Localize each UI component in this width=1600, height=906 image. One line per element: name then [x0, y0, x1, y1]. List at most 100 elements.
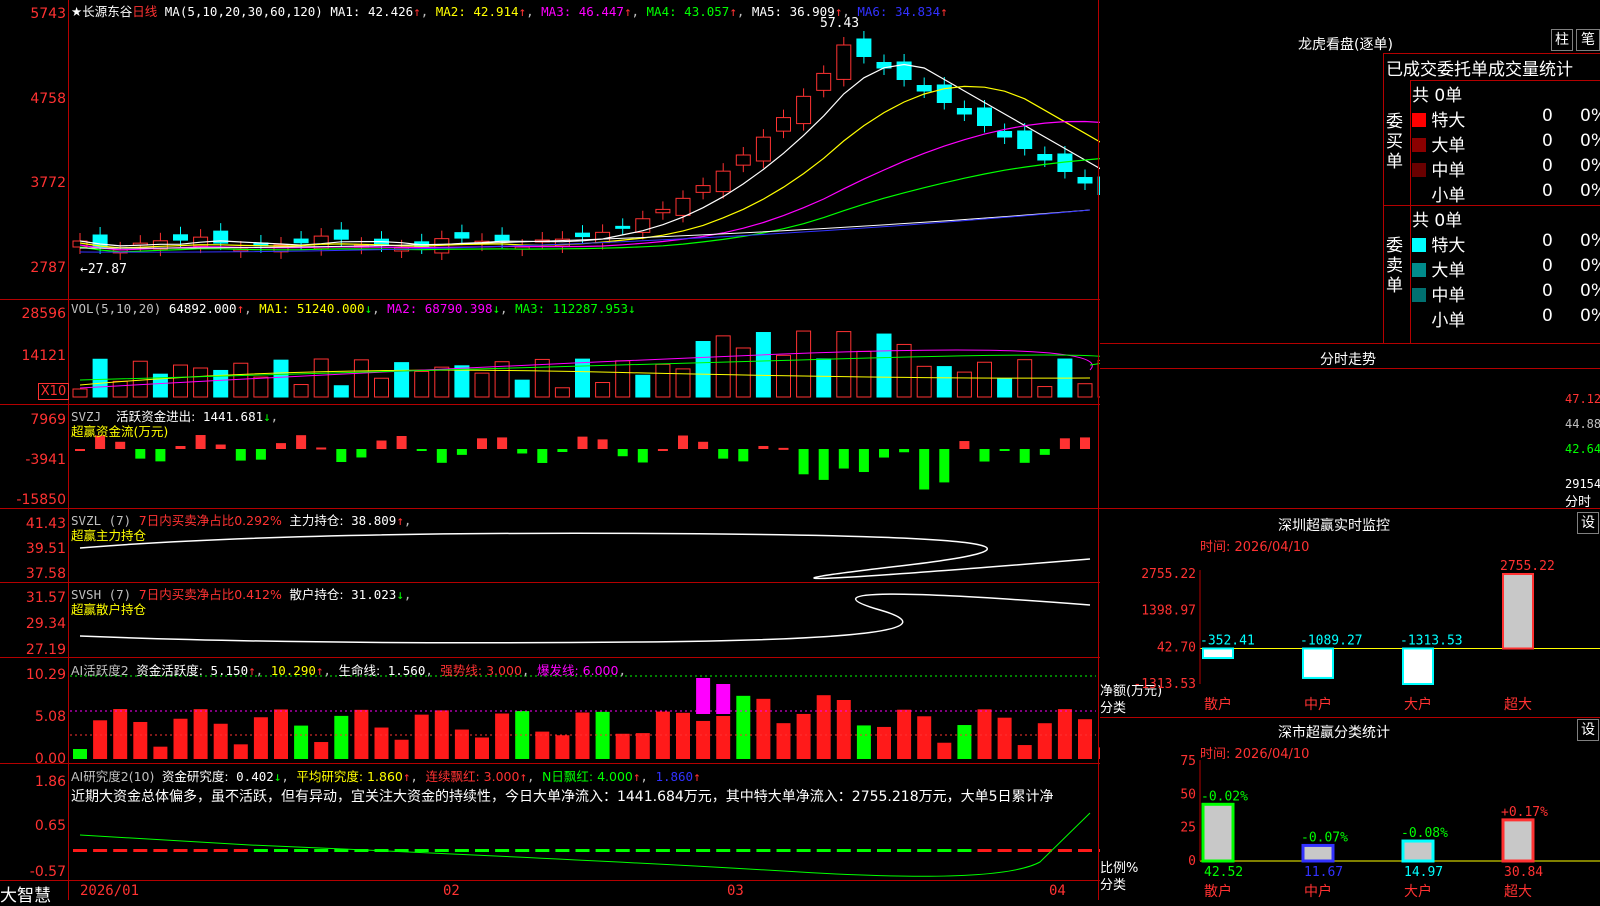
y-tick: 41.43 [25, 516, 66, 532]
volume-bar [997, 378, 1013, 398]
y-tick: 1.86 [34, 774, 66, 790]
activity-bar [676, 712, 690, 759]
research-bar [575, 849, 590, 852]
y-tick: 14121 [21, 348, 66, 364]
volume-bar [615, 360, 631, 398]
y-tick: 75 [1180, 754, 1196, 769]
research-bar [274, 849, 288, 852]
brand-logo[interactable]: 大智慧 [0, 881, 51, 906]
activity-bar [937, 742, 952, 759]
candle [575, 232, 590, 238]
tick-mode-button[interactable]: 笔 [1576, 29, 1600, 51]
divider [0, 763, 1100, 764]
volume-bar [313, 358, 329, 398]
flow-bar [235, 449, 246, 461]
divider [0, 880, 1100, 881]
activity-bar [93, 720, 108, 759]
activity-bar [394, 739, 409, 759]
flow-bar [879, 449, 889, 458]
research-bar [676, 849, 690, 852]
stock-name[interactable]: 长源东谷 [82, 4, 132, 19]
y-tick: 42.70 [1157, 640, 1196, 655]
minute-tick: 44.88 [1565, 417, 1600, 431]
cat-label: 分类 [1100, 878, 1127, 893]
candle [997, 131, 1013, 138]
y-tick: 0.65 [34, 818, 66, 834]
ma2: MA2: 42.914↑ [435, 4, 527, 19]
volume-bar [956, 371, 972, 398]
activity-bar-peak [716, 684, 731, 714]
volume-bar [333, 385, 349, 398]
research-bar [1037, 849, 1052, 852]
research-bar [736, 849, 751, 852]
activity-bar [736, 695, 751, 759]
activity-bar [515, 711, 530, 759]
volume-bar [755, 332, 771, 398]
sell-row-m: 中单00% [1412, 281, 1600, 306]
monitor-date: 时间: 2026/04/10 [1200, 540, 1310, 555]
activity-bar [193, 709, 208, 759]
vol-unit-badge: X10 [38, 383, 69, 400]
monitor-bar-label: 2755.22 [1500, 559, 1555, 574]
svzl-subtitle: 超赢主力持仓 [71, 528, 147, 543]
flow-bar [1080, 437, 1090, 449]
flow-bar [798, 449, 809, 475]
research-bar [555, 849, 570, 852]
flow-bar [336, 449, 347, 463]
flow-bar [356, 449, 367, 458]
candle [615, 225, 631, 229]
ma6: MA6: 34.834↑ [857, 4, 948, 19]
candle [655, 208, 671, 214]
y-tick: 29.34 [25, 616, 66, 632]
research-bar [314, 849, 329, 852]
volume-bar [836, 331, 852, 398]
candle [816, 72, 832, 91]
volume-bar [92, 358, 108, 398]
volume-bar [434, 366, 450, 398]
volume-bar [554, 387, 570, 398]
classify-bar [1301, 843, 1335, 863]
buy-row-l: 大单00% [1412, 131, 1600, 156]
ma-line [79, 209, 1091, 249]
research-bar [776, 849, 791, 852]
flow-bar [416, 449, 427, 451]
activity-bar [1037, 723, 1052, 759]
flow-bar [838, 449, 849, 469]
activity-bar [756, 698, 771, 759]
minute-tick: 47.12 [1565, 392, 1600, 406]
activity-bar [535, 731, 550, 759]
period-label[interactable]: 日线 [132, 4, 157, 19]
volume-bar [1077, 383, 1093, 398]
sell-total: 共 0单 [1412, 211, 1463, 231]
research-bar [475, 849, 489, 852]
svzj-subtitle: 超赢资金流(万元) [71, 424, 169, 439]
bar-mode-button[interactable]: 柱 [1551, 29, 1573, 51]
candle [293, 238, 309, 244]
flow-bar [1059, 438, 1070, 449]
research-bar [696, 849, 711, 852]
flow-bar [477, 438, 487, 449]
monitor-settings-button[interactable]: 设 [1577, 512, 1599, 534]
research-bar [414, 849, 429, 852]
star-icon[interactable]: ★ [71, 4, 82, 19]
flow-bar [919, 449, 930, 490]
y-tick: -0.57 [29, 864, 66, 880]
activity-bar [635, 733, 650, 759]
research-bar [73, 849, 87, 852]
activity-bar [655, 711, 670, 759]
candle [796, 95, 812, 125]
research-bar [535, 849, 550, 852]
activity-bar [1078, 719, 1092, 759]
value-label: 42.52 [1204, 865, 1243, 880]
research-bar [133, 849, 148, 852]
y-axis-line [68, 0, 69, 900]
activity-bar [294, 725, 309, 759]
classify-settings-button[interactable]: 设 [1577, 719, 1599, 741]
volume-bar [474, 372, 490, 398]
main-chart[interactable] [0, 0, 1100, 900]
ma1: MA1: 42.426↑ [330, 4, 421, 19]
y-tick: 3772 [30, 175, 66, 191]
monitor-bar-label: -1089.27 [1300, 633, 1363, 648]
activity-bar [233, 744, 248, 759]
candle [715, 170, 731, 193]
